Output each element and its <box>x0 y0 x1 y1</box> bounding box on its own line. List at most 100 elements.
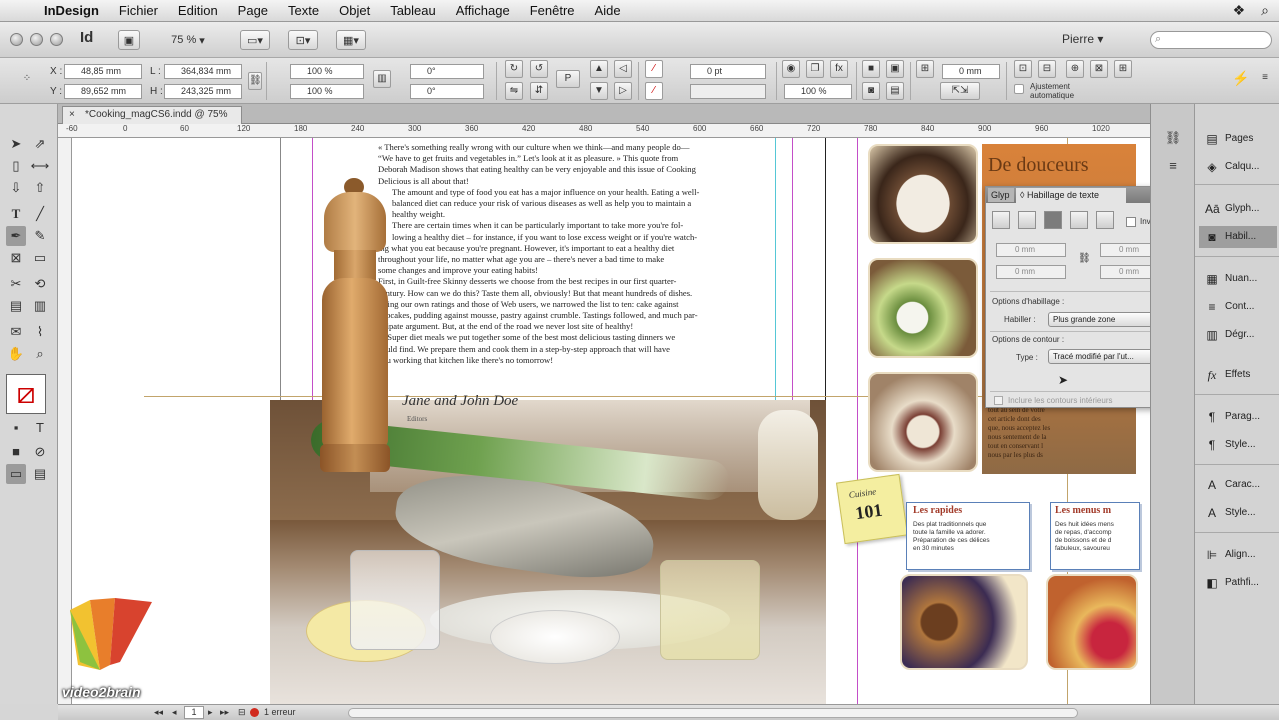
type-tool-icon[interactable]: T <box>6 204 26 224</box>
scale-x-field[interactable]: 100 % <box>290 64 364 79</box>
last-page-icon[interactable]: ▸▸ <box>220 707 229 718</box>
menu-fichier[interactable]: Fichier <box>109 3 168 18</box>
select-next-icon[interactable]: ▷ <box>614 82 632 100</box>
width-field[interactable]: 364,834 mm <box>164 64 242 79</box>
fill-none-icon[interactable]: ⁄ <box>645 60 663 78</box>
dessert-photo[interactable] <box>868 144 978 244</box>
roulade-photo[interactable] <box>868 372 978 472</box>
stroke-none-icon[interactable]: ⁄ <box>645 82 663 100</box>
menu-affichage[interactable]: Affichage <box>446 3 520 18</box>
gradient-feather-tool-icon[interactable]: ▥ <box>30 296 50 316</box>
stroke-icon[interactable]: ≡ <box>1163 156 1183 176</box>
dock-gradient[interactable]: ▥ Dégr... <box>1199 324 1277 346</box>
dock-paragraph-styles[interactable]: ¶ Style... <box>1199 434 1277 456</box>
document-tab[interactable]: × *Cooking_magCS6.indd @ 75% <box>62 106 242 124</box>
cuisine-101-badge[interactable]: Cuisine 101 <box>835 473 909 545</box>
dock-pathfinder[interactable]: ◧ Pathfi... <box>1199 572 1277 594</box>
horizontal-scrollbar[interactable] <box>348 708 1078 718</box>
pen-tool-icon[interactable]: ✒ <box>6 226 26 246</box>
offset-field[interactable]: 0 mm <box>942 64 1000 79</box>
wrap-object-shape-icon[interactable] <box>1044 211 1062 229</box>
dock-pages[interactable]: ▤ Pages <box>1199 128 1277 150</box>
drop-shadow-icon[interactable]: ❐ <box>806 60 824 78</box>
open-page-icon[interactable]: ⊟ <box>238 707 246 718</box>
spotlight-icon[interactable]: ⌕ <box>1261 2 1269 19</box>
gap-tool-icon[interactable]: ⟷ <box>30 156 50 176</box>
dock-character[interactable]: A Carac... <box>1199 474 1277 496</box>
apply-none-icon[interactable]: ⊘ <box>30 442 50 462</box>
preflight-status[interactable]: 1 erreur <box>264 707 296 717</box>
horizontal-ruler[interactable]: -60 0 60 120 180 240 300 360 420 480 540 600 660 720 7… <box>58 124 1150 138</box>
wrap-jump-icon[interactable]: ▤ <box>886 82 904 100</box>
fit-content-icon[interactable]: ⊡ <box>1014 60 1032 78</box>
content-placer-icon[interactable]: ⇧ <box>30 178 50 198</box>
constrain-proportions-icon[interactable]: ⛓ <box>248 72 262 90</box>
fill-proportionally-icon[interactable]: ⊠ <box>1090 60 1108 78</box>
zoom-tool-icon[interactable]: ⌕ <box>30 344 50 364</box>
frame-fitting-icon[interactable]: ⇱⇲ <box>940 82 980 100</box>
select-container-icon[interactable]: ▲ <box>590 60 608 78</box>
quick-apply-icon[interactable]: ⚡ <box>1232 70 1250 88</box>
no-wrap-icon[interactable] <box>992 211 1010 229</box>
invert-checkbox[interactable] <box>1126 217 1136 227</box>
workspace-switcher[interactable]: Pierre ▾ <box>1062 32 1103 46</box>
panel-menu-icon[interactable]: ≡ <box>1256 70 1274 88</box>
y-field[interactable]: 89,652 mm <box>64 84 142 99</box>
fill-stroke-swatch-icon[interactable]: ⧄ <box>6 374 46 414</box>
top-offset-field[interactable]: 0 mm <box>996 243 1066 257</box>
rotate-cw-icon[interactable]: ↻ <box>505 60 523 78</box>
prev-page-icon[interactable]: ◂ <box>172 707 177 718</box>
jump-next-column-icon[interactable] <box>1096 211 1114 229</box>
candy-apples-photo[interactable] <box>900 574 1028 670</box>
page-tool-icon[interactable]: ▯ <box>6 156 26 176</box>
close-tab-icon[interactable]: × <box>69 107 75 123</box>
eyedropper-tool-icon[interactable]: ⌇ <box>30 322 50 342</box>
free-transform-tool-icon[interactable]: ⟲ <box>30 274 50 294</box>
fit-proportionally-icon[interactable]: ⊞ <box>1114 60 1132 78</box>
tart-photo[interactable] <box>1046 574 1138 670</box>
reference-point-icon[interactable]: ⁘ <box>18 71 36 89</box>
gradient-swatch-tool-icon[interactable]: ▤ <box>6 296 26 316</box>
bridge-icon[interactable]: ▣ <box>118 30 140 50</box>
dropbox-icon[interactable]: ❖ <box>1233 2 1246 19</box>
links-icon[interactable]: ⛓ <box>1163 128 1183 148</box>
rotation-angle-field[interactable]: 0° <box>410 64 484 79</box>
salad-photo[interactable] <box>868 258 978 358</box>
flip-vertical-icon[interactable]: ⇵ <box>530 82 548 100</box>
select-content-icon[interactable]: ▼ <box>590 82 608 100</box>
dock-swatches[interactable]: ▦ Nuan... <box>1199 268 1277 290</box>
menu-edition[interactable]: Edition <box>168 3 228 18</box>
view-options-icon[interactable]: ▭▾ <box>240 30 270 50</box>
hand-tool-icon[interactable]: ✋ <box>6 344 26 364</box>
rotate-ccw-icon[interactable]: ↺ <box>530 60 548 78</box>
rectangle-tool-icon[interactable]: ▭ <box>30 248 50 268</box>
screen-mode-icon[interactable]: ⊡▾ <box>288 30 318 50</box>
fit-frame-to-content-icon[interactable]: ⊟ <box>1038 60 1056 78</box>
zoom-window-button[interactable] <box>50 33 63 46</box>
jump-object-icon[interactable] <box>1070 211 1088 229</box>
dock-glyphs[interactable]: Aā Glyph... <box>1199 198 1277 220</box>
info-box-menus[interactable]: Les menus m Des huit idées mens de repas… <box>1050 502 1140 570</box>
next-page-icon[interactable]: ▸ <box>208 707 213 718</box>
shear-angle-field[interactable]: 0° <box>410 84 484 99</box>
apply-color-icon[interactable]: ■ <box>6 442 26 462</box>
constrain-scale-icon[interactable]: ▥ <box>373 70 391 88</box>
wrap-bounding-box-icon[interactable] <box>1018 211 1036 229</box>
preview-mode-icon[interactable]: ▤ <box>30 464 50 484</box>
text-wrap-tab[interactable]: ◊ Habillage de texte <box>1016 188 1126 203</box>
search-input[interactable]: ⌕ <box>1150 31 1272 49</box>
rectangle-frame-tool-icon[interactable]: ⊠ <box>6 248 26 268</box>
flip-horizontal-icon[interactable]: ⇋ <box>505 82 523 100</box>
center-content-icon[interactable]: ⊕ <box>1066 60 1084 78</box>
link-offsets-icon[interactable]: ⛓ <box>1078 253 1091 264</box>
opacity-field[interactable]: 100 % <box>784 84 852 99</box>
formatting-container-icon[interactable]: ▪ <box>6 418 26 438</box>
dock-paragraph[interactable]: ¶ Parag... <box>1199 406 1277 428</box>
glyphs-tab[interactable]: Glyp <box>988 188 1014 202</box>
stroke-weight-field[interactable]: 0 pt <box>690 64 766 79</box>
scissors-tool-icon[interactable]: ✂ <box>6 274 26 294</box>
note-tool-icon[interactable]: ✉ <box>6 322 26 342</box>
menu-tableau[interactable]: Tableau <box>380 3 446 18</box>
dock-align[interactable]: ⊫ Align... <box>1199 544 1277 566</box>
select-previous-icon[interactable]: ◁ <box>614 60 632 78</box>
